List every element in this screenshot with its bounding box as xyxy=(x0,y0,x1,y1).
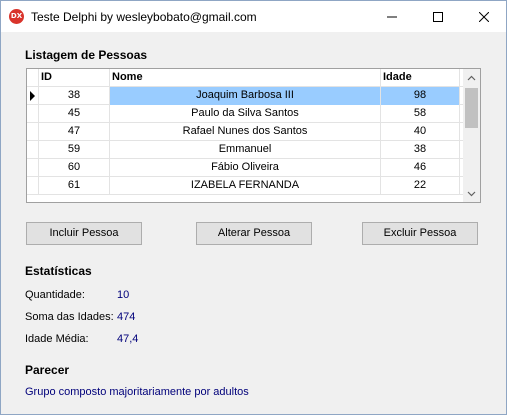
vertical-scrollbar[interactable] xyxy=(463,69,480,202)
scrollbar-thumb[interactable] xyxy=(465,88,478,128)
cell-nome[interactable]: IZABELA FERNANDA xyxy=(110,177,381,195)
table-row[interactable]: 38 Joaquim Barbosa III 98 xyxy=(27,87,463,105)
cell-nome[interactable]: Paulo da Silva Santos xyxy=(110,105,381,123)
cell-idade[interactable]: 40 xyxy=(381,123,460,141)
age-average-label: Idade Média: xyxy=(25,333,89,345)
column-header-nome[interactable]: Nome xyxy=(110,69,381,87)
age-sum-label: Soma das Idades: xyxy=(25,311,114,323)
scroll-up-button[interactable] xyxy=(463,69,480,86)
cell-id[interactable]: 60 xyxy=(39,159,110,177)
delete-person-button[interactable]: Excluir Pessoa xyxy=(362,222,478,245)
cell-idade[interactable]: 22 xyxy=(381,177,460,195)
quantity-value: 10 xyxy=(117,289,130,301)
cell-nome[interactable]: Emmanuel xyxy=(110,141,381,159)
maximize-icon xyxy=(433,11,443,22)
grid-header-row: ID Nome Idade xyxy=(27,69,463,87)
age-sum-value: 474 xyxy=(117,311,136,323)
row-indicator xyxy=(27,177,39,195)
add-person-button[interactable]: Incluir Pessoa xyxy=(26,222,142,245)
table-row[interactable]: 60 Fábio Oliveira 46 xyxy=(27,159,463,177)
main-window: DX Teste Delphi by wesleybobato@gmail.co… xyxy=(0,0,507,415)
minimize-icon xyxy=(387,16,397,17)
cell-idade[interactable]: 58 xyxy=(381,105,460,123)
cell-nome[interactable]: Joaquim Barbosa III xyxy=(110,87,381,105)
current-row-arrow-icon xyxy=(30,91,35,101)
people-grid[interactable]: ID Nome Idade 38 Joaquim Barbosa III 98 … xyxy=(26,68,481,203)
stats-title: Estatísticas xyxy=(25,264,92,278)
cell-nome[interactable]: Fábio Oliveira xyxy=(110,159,381,177)
app-icon: DX xyxy=(9,9,24,24)
cell-id[interactable]: 61 xyxy=(39,177,110,195)
chevron-down-icon xyxy=(467,191,476,196)
row-indicator xyxy=(27,123,39,141)
cell-id[interactable]: 47 xyxy=(39,123,110,141)
maximize-button[interactable] xyxy=(415,1,461,32)
scroll-down-button[interactable] xyxy=(463,185,480,202)
row-indicator xyxy=(27,87,39,105)
minimize-button[interactable] xyxy=(369,1,415,32)
cell-idade[interactable]: 46 xyxy=(381,159,460,177)
cell-nome[interactable]: Rafael Nunes dos Santos xyxy=(110,123,381,141)
chevron-up-icon xyxy=(467,75,476,80)
cell-id[interactable]: 45 xyxy=(39,105,110,123)
cell-id[interactable]: 59 xyxy=(39,141,110,159)
table-row[interactable]: 59 Emmanuel 38 xyxy=(27,141,463,159)
list-title: Listagem de Pessoas xyxy=(25,48,148,62)
opinion-text: Grupo composto majoritariamente por adul… xyxy=(25,386,249,398)
title-bar[interactable]: DX Teste Delphi by wesleybobato@gmail.co… xyxy=(1,1,506,32)
table-row[interactable]: 47 Rafael Nunes dos Santos 40 xyxy=(27,123,463,141)
row-indicator xyxy=(27,141,39,159)
close-icon xyxy=(479,11,489,22)
row-indicator xyxy=(27,105,39,123)
close-button[interactable] xyxy=(461,1,507,32)
window-title: Teste Delphi by wesleybobato@gmail.com xyxy=(31,10,257,24)
table-row[interactable]: 45 Paulo da Silva Santos 58 xyxy=(27,105,463,123)
header-indicator-cell xyxy=(27,69,39,87)
quantity-label: Quantidade: xyxy=(25,289,85,301)
column-header-id[interactable]: ID xyxy=(39,69,110,87)
cell-id[interactable]: 38 xyxy=(39,87,110,105)
age-average-value: 47,4 xyxy=(117,333,139,345)
cell-idade[interactable]: 98 xyxy=(381,87,460,105)
cell-idade[interactable]: 38 xyxy=(381,141,460,159)
edit-person-button[interactable]: Alterar Pessoa xyxy=(196,222,312,245)
row-indicator xyxy=(27,159,39,177)
table-row[interactable]: 61 IZABELA FERNANDA 22 xyxy=(27,177,463,195)
column-header-idade[interactable]: Idade xyxy=(381,69,460,87)
opinion-title: Parecer xyxy=(25,363,70,377)
client-area: Listagem de Pessoas ID Nome Idade 38 Joa… xyxy=(1,32,506,414)
